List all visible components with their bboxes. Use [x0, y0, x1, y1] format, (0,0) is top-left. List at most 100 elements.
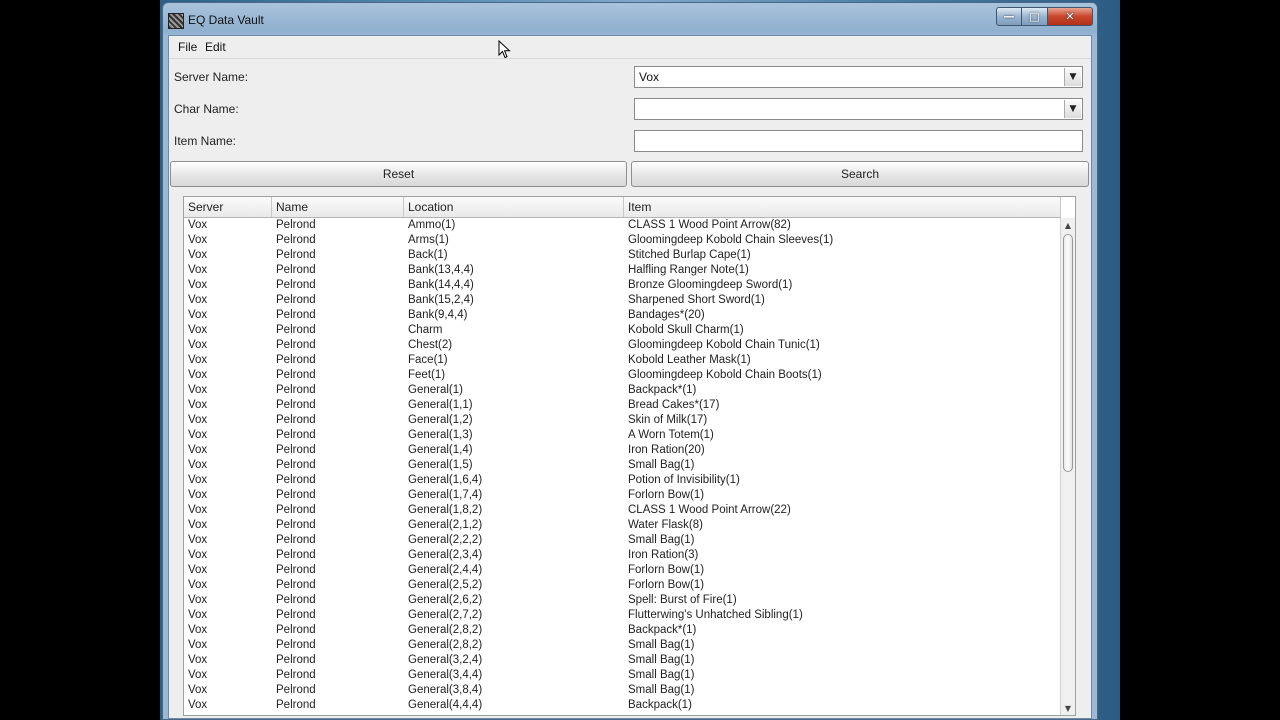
cell-name: Pelrond [276, 609, 316, 621]
cell-location: Bank(9,4,4) [408, 309, 468, 321]
table-row[interactable]: Vox Pelrond General(1,7,4) Forlorn Bow(1) [184, 488, 1061, 503]
menu-edit[interactable]: Edit [205, 40, 226, 54]
server-name-value: Vox [639, 70, 660, 84]
cell-name: Pelrond [276, 519, 316, 531]
cell-name: Pelrond [276, 234, 316, 246]
table-row[interactable]: Vox Pelrond General(1,6,4) Potion of Invisi… [184, 473, 1061, 488]
scrollbar-thumb[interactable] [1063, 234, 1073, 472]
table-row[interactable]: Vox Pelrond Bank(15,2,4) Sharpened Short Sw… [184, 293, 1061, 308]
table-row[interactable]: Vox Pelrond General(1,2) Skin of Milk(17) [184, 413, 1061, 428]
table-row[interactable]: Vox Pelrond General(2,8,2) Backpack*(1) [184, 623, 1061, 638]
table-row[interactable]: Vox Pelrond General(2,3,4) Iron Ration(3) [184, 548, 1061, 563]
table-row[interactable]: Vox Pelrond General(3,8,4) Small Bag(1) [184, 683, 1061, 698]
chevron-down-icon[interactable]: ▼ [1064, 68, 1081, 86]
cell-name: Pelrond [276, 624, 316, 636]
cell-name: Pelrond [276, 594, 316, 606]
minimize-button[interactable]: — [996, 7, 1022, 26]
column-header-server[interactable]: Server [184, 197, 272, 217]
cell-item: Small Bag(1) [628, 669, 695, 681]
table-row[interactable]: Vox Pelrond General(1) Backpack*(1) [184, 383, 1061, 398]
close-icon: ✕ [1065, 10, 1075, 23]
table-row[interactable]: Vox Pelrond Bank(13,4,4) Halfling Ranger No… [184, 263, 1061, 278]
cell-name: Pelrond [276, 339, 316, 351]
char-name-select[interactable]: ▼ [634, 98, 1083, 120]
menu-file[interactable]: File [178, 40, 197, 54]
server-name-select[interactable]: Vox ▼ [634, 66, 1083, 88]
chevron-down-icon[interactable]: ▼ [1064, 100, 1081, 118]
table-row[interactable]: Vox Pelrond General(1,4) Iron Ration(20) [184, 443, 1061, 458]
table-row[interactable]: Vox Pelrond General(1,1) Bread Cakes*(17) [184, 398, 1061, 413]
cell-server: Vox [188, 699, 208, 711]
table-row[interactable]: Vox Pelrond Face(1) Kobold Leather Mask(1) [184, 353, 1061, 368]
close-button[interactable]: ✕ [1048, 7, 1093, 26]
cell-server: Vox [188, 579, 208, 591]
item-name-input[interactable] [634, 130, 1083, 152]
app-window: EQ Data Vault — □ ✕ File Edit Server Nam… [162, 2, 1098, 720]
table-row[interactable]: Vox Pelrond Back(1) Stitched Burlap Cape(1) [184, 248, 1061, 263]
cell-item: Skin of Milk(17) [628, 414, 708, 426]
table-row[interactable]: Vox Pelrond Charm Kobold Skull Charm(1) [184, 323, 1061, 338]
cell-name: Pelrond [276, 684, 316, 696]
cell-server: Vox [188, 624, 208, 636]
table-row[interactable]: Vox Pelrond Ammo(1) CLASS 1 Wood Point Arro… [184, 218, 1061, 233]
cell-name: Pelrond [276, 534, 316, 546]
cell-server: Vox [188, 564, 208, 576]
column-header-item[interactable]: Item [624, 197, 1061, 217]
cell-name: Pelrond [276, 369, 316, 381]
table-row[interactable]: Vox Pelrond General(2,2,2) Small Bag(1) [184, 533, 1061, 548]
cell-name: Pelrond [276, 324, 316, 336]
table-row[interactable]: Vox Pelrond General(2,7,2) Flutterwing's Un… [184, 608, 1061, 623]
table-row[interactable]: Vox Pelrond Chest(2) Gloomingdeep Kobold Ch… [184, 338, 1061, 353]
table-row[interactable]: Vox Pelrond Arms(1) Gloomingdeep Kobold Cha… [184, 233, 1061, 248]
char-name-label: Char Name: [174, 102, 239, 116]
cell-location: Arms(1) [408, 234, 449, 246]
cell-location: General(1,1) [408, 399, 473, 411]
cell-item: Backpack*(1) [628, 624, 697, 636]
cell-server: Vox [188, 429, 208, 441]
cell-name: Pelrond [276, 444, 316, 456]
table-row[interactable]: Vox Pelrond General(1,5) Small Bag(1) [184, 458, 1061, 473]
scroll-down-arrow[interactable]: ▼ [1061, 701, 1075, 715]
cell-server: Vox [188, 309, 208, 321]
results-table: Server Name Location Item Vox Pelrond Ammo(1)… [183, 196, 1076, 716]
cell-name: Pelrond [276, 639, 316, 651]
search-button[interactable]: Search [631, 161, 1089, 187]
table-row[interactable]: Vox Pelrond General(3,4,4) Small Bag(1) [184, 668, 1061, 683]
reset-button[interactable]: Reset [170, 161, 627, 187]
cell-location: General(1) [408, 384, 463, 396]
table-row[interactable]: Vox Pelrond General(3,2,4) Small Bag(1) [184, 653, 1061, 668]
table-row[interactable]: Vox Pelrond General(2,5,2) Forlorn Bow(1) [184, 578, 1061, 593]
scroll-up-arrow[interactable]: ▲ [1061, 218, 1075, 232]
cell-item: Backpack(1) [628, 699, 692, 711]
table-row[interactable]: Vox Pelrond Bank(14,4,4) Bronze Gloomingdee… [184, 278, 1061, 293]
cell-location: Face(1) [408, 354, 448, 366]
cell-item: Halfling Ranger Note(1) [628, 264, 749, 276]
table-row[interactable]: Vox Pelrond General(2,6,2) Spell: Burst of … [184, 593, 1061, 608]
vertical-scrollbar[interactable]: ▲ ▼ [1060, 218, 1075, 715]
cell-server: Vox [188, 459, 208, 471]
table-row[interactable]: Vox Pelrond Feet(1) Gloomingdeep Kobold Cha… [184, 368, 1061, 383]
title-bar[interactable]: EQ Data Vault — □ ✕ [163, 3, 1097, 35]
column-header-name[interactable]: Name [272, 197, 404, 217]
cell-server: Vox [188, 294, 208, 306]
server-name-label: Server Name: [174, 70, 249, 84]
table-row[interactable]: Vox Pelrond General(2,4,4) Forlorn Bow(1) [184, 563, 1061, 578]
cell-server: Vox [188, 219, 208, 231]
cell-name: Pelrond [276, 474, 316, 486]
table-row[interactable]: Vox Pelrond General(2,8,2) Small Bag(1) [184, 638, 1061, 653]
table-row[interactable]: Vox Pelrond General(1,8,2) CLASS 1 Wood Poi… [184, 503, 1061, 518]
cell-name: Pelrond [276, 564, 316, 576]
table-row[interactable]: Vox Pelrond General(2,1,2) Water Flask(8) [184, 518, 1061, 533]
cell-location: General(1,8,2) [408, 504, 483, 516]
table-row[interactable]: Vox Pelrond General(4,4,4) Backpack(1) [184, 698, 1061, 713]
cell-item: Bandages*(20) [628, 309, 705, 321]
cell-item: Forlorn Bow(1) [628, 579, 705, 591]
cell-item: Iron Ration(20) [628, 444, 705, 456]
maximize-button[interactable]: □ [1022, 7, 1048, 26]
cell-name: Pelrond [276, 579, 316, 591]
column-header-location[interactable]: Location [404, 197, 624, 217]
table-row[interactable]: Vox Pelrond Bank(9,4,4) Bandages*(20) [184, 308, 1061, 323]
cell-server: Vox [188, 669, 208, 681]
table-row[interactable]: Vox Pelrond General(1,3) A Worn Totem(1) [184, 428, 1061, 443]
cell-item: Small Bag(1) [628, 684, 695, 696]
